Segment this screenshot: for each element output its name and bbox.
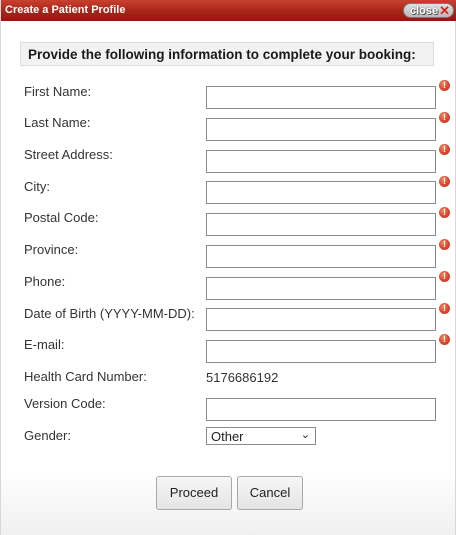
required-warning-icon: ! — [439, 112, 450, 123]
required-warning-icon: ! — [439, 271, 450, 282]
cancel-button[interactable]: Cancel — [237, 476, 303, 510]
required-warning-icon: ! — [439, 176, 450, 187]
version-code-input[interactable] — [206, 398, 436, 421]
instructions-banner: Provide the following information to com… — [20, 42, 434, 66]
city-label: City: — [24, 179, 50, 194]
health-card-value: 5176686192 — [206, 370, 279, 385]
gender-label: Gender: — [24, 428, 71, 443]
gender-selected-value: Other — [211, 429, 244, 444]
province-label: Province: — [24, 242, 79, 257]
email-input[interactable] — [206, 340, 436, 363]
proceed-button[interactable]: Proceed — [156, 476, 232, 510]
close-icon: ✕ — [439, 3, 450, 18]
dialog-titlebar: Create a Patient Profile close ✕ — [1, 0, 456, 21]
dob-label: Date of Birth (YYYY-MM-DD): — [24, 306, 195, 321]
phone-label: Phone: — [24, 274, 66, 289]
version-code-label: Version Code: — [24, 396, 106, 411]
chevron-down-icon: ⌄ — [300, 429, 310, 441]
close-button[interactable]: close ✕ — [403, 3, 454, 18]
dialog-title: Create a Patient Profile — [5, 4, 126, 16]
first-name-label: First Name: — [24, 84, 92, 99]
required-warning-icon: ! — [439, 239, 450, 250]
email-label: E-mail: — [24, 337, 65, 352]
street-address-input[interactable] — [206, 150, 436, 173]
health-card-label: Health Card Number: — [24, 369, 147, 384]
required-warning-icon: ! — [439, 334, 450, 345]
required-warning-icon: ! — [439, 303, 450, 314]
province-input[interactable] — [206, 245, 436, 268]
last-name-input[interactable] — [206, 118, 436, 141]
create-patient-profile-dialog: Create a Patient Profile close ✕ Provide… — [0, 0, 456, 535]
dob-input[interactable] — [206, 308, 436, 331]
required-warning-icon: ! — [439, 80, 450, 91]
instructions-text: Provide the following information to com… — [28, 47, 416, 62]
postal-code-label: Postal Code: — [24, 210, 99, 225]
phone-input[interactable] — [206, 277, 436, 300]
city-input[interactable] — [206, 181, 436, 204]
first-name-input[interactable] — [206, 86, 436, 109]
street-address-label: Street Address: — [24, 147, 113, 162]
required-warning-icon: ! — [439, 207, 450, 218]
gender-select[interactable]: Other ⌄ — [206, 427, 316, 445]
postal-code-input[interactable] — [206, 213, 436, 236]
close-label: close — [410, 5, 439, 17]
last-name-label: Last Name: — [24, 115, 91, 130]
required-warning-icon: ! — [439, 144, 450, 155]
